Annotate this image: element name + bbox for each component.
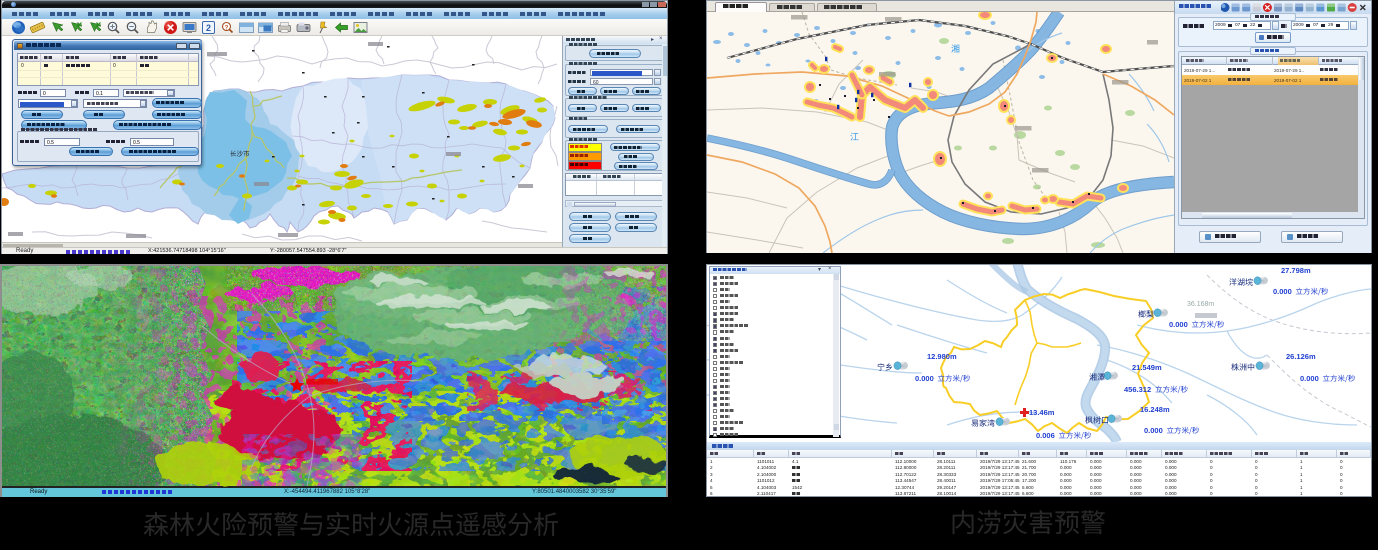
svg-text:0.000: 0.000 bbox=[1300, 374, 1319, 383]
svg-text:36.168m: 36.168m bbox=[1187, 301, 1214, 308]
svg-text:21.549m: 21.549m bbox=[1132, 363, 1162, 372]
svg-text:0.000: 0.000 bbox=[915, 374, 934, 383]
svg-text:0.000: 0.000 bbox=[1144, 426, 1163, 435]
svg-text:0.000: 0.000 bbox=[1273, 287, 1292, 296]
svg-text:?: ? bbox=[225, 25, 229, 31]
svg-text:27.798m: 27.798m bbox=[1281, 266, 1311, 275]
svg-text:16.248m: 16.248m bbox=[1140, 405, 1170, 414]
svg-text:13.46m: 13.46m bbox=[1029, 408, 1055, 417]
svg-text:0.000: 0.000 bbox=[1169, 320, 1188, 329]
svg-text:26.126m: 26.126m bbox=[1286, 352, 1316, 361]
svg-text:0.006: 0.006 bbox=[1036, 431, 1055, 440]
svg-text:2: 2 bbox=[206, 23, 211, 33]
svg-text:456.312: 456.312 bbox=[1124, 385, 1151, 394]
svg-text:12.980m: 12.980m bbox=[927, 352, 957, 361]
